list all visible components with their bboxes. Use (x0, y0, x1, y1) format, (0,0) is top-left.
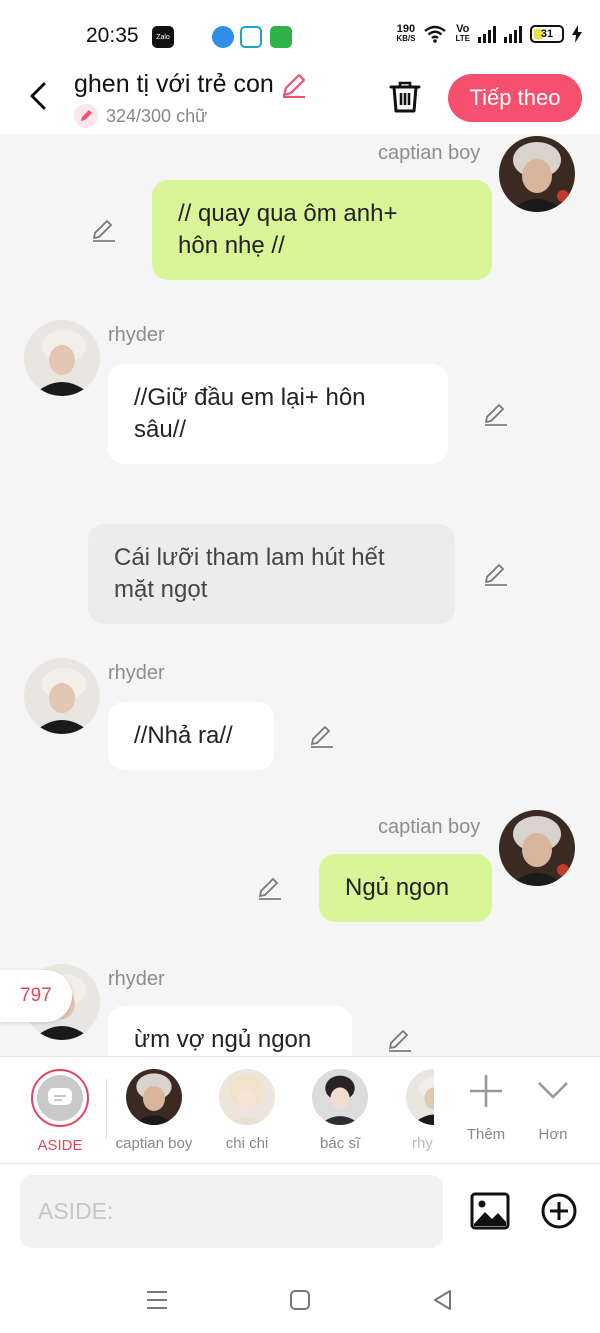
message-bubble[interactable]: ừm vợ ngủ ngon (108, 1006, 352, 1056)
edit-message-icon[interactable] (256, 874, 284, 902)
speed-unit: KB/S (396, 34, 416, 43)
aside-bubble[interactable]: Cái lưỡi tham lam hút hết mặt ngọt (88, 524, 455, 624)
home-icon[interactable] (287, 1287, 313, 1313)
sender-name: rhyder (108, 968, 165, 990)
pencil-icon (74, 104, 98, 128)
avatar[interactable] (24, 320, 100, 396)
character-label: chi chi (225, 1135, 269, 1152)
volte-top: Vo (456, 23, 470, 35)
navigation-bar (0, 1265, 600, 1333)
menu-icon[interactable] (144, 1287, 170, 1313)
sender-name: rhyder (108, 324, 165, 346)
message-bubble[interactable]: //Giữ đầu em lại+ hôn sâu// (108, 364, 448, 464)
edit-message-icon[interactable] (90, 216, 118, 244)
speed-value: 190 (396, 23, 416, 35)
add-icon[interactable] (540, 1192, 578, 1230)
character-label: captian boy (115, 1135, 193, 1152)
signal-icon-2 (504, 25, 522, 43)
message-input[interactable] (20, 1175, 443, 1248)
avatar (406, 1069, 434, 1125)
message-bubble[interactable]: Ngủ ngon (319, 854, 492, 922)
edit-message-icon[interactable] (482, 560, 510, 588)
app-notification-icon (212, 26, 234, 48)
next-button[interactable]: Tiếp theo (448, 74, 582, 122)
chat-area[interactable]: captian boy // quay qua ôm anh+ hôn nhẹ … (0, 134, 600, 1056)
word-count: 324/300 chữ (74, 104, 207, 128)
character-rhyder[interactable]: rhy (388, 1069, 434, 1152)
avatar[interactable] (24, 658, 100, 734)
network-speed: 190 KB/S (396, 24, 415, 44)
counter-badge[interactable]: 797 (0, 970, 72, 1022)
sender-name: rhyder (108, 662, 165, 684)
plus-icon (470, 1075, 502, 1107)
avatar[interactable] (499, 810, 575, 886)
character-label: bác sĩ (319, 1135, 361, 1152)
word-count-text: 324/300 chữ (106, 105, 208, 126)
aside-avatar (31, 1069, 89, 1127)
chevron-down-icon (538, 1082, 568, 1099)
sender-name: captian boy (378, 142, 481, 164)
volte-bottom: LTE (455, 34, 470, 43)
avatar (126, 1069, 182, 1125)
character-aside[interactable]: ASIDE (15, 1069, 105, 1154)
chat-editor-screen: 20:35 Zalo 190 KB/S Vo LTE 31 ghen tị vớ… (0, 0, 600, 1333)
cart-icon (240, 26, 262, 48)
volte-indicator: Vo LTE (455, 24, 470, 44)
edit-message-icon[interactable] (482, 400, 510, 428)
back-button[interactable] (20, 76, 56, 116)
battery-level: 31 (540, 28, 554, 40)
avatar[interactable] (499, 136, 575, 212)
wifi-icon (424, 25, 447, 43)
header: ghen tị với trẻ con 324/300 chữ Tiếp the… (0, 62, 600, 134)
character-label: ASIDE (37, 1137, 83, 1154)
story-title-text: ghen tị với trẻ con (74, 70, 274, 98)
chat-bubble-icon (48, 1088, 72, 1105)
battery-icon: 31 (530, 25, 564, 43)
avatar (219, 1069, 275, 1125)
character-label: rhy (412, 1135, 433, 1152)
status-indicators: 190 KB/S Vo LTE 31 (396, 24, 582, 44)
chevron-left-icon (30, 82, 46, 110)
shield-icon (270, 26, 292, 48)
trash-icon[interactable] (386, 78, 424, 116)
story-title[interactable]: ghen tị với trẻ con (74, 70, 308, 99)
message-bubble[interactable]: // quay qua ôm anh+ hôn nhẹ // (152, 180, 492, 280)
avatar (312, 1069, 368, 1125)
message-bubble[interactable]: //Nhả ra// (108, 702, 274, 770)
edit-title-icon[interactable] (280, 71, 308, 99)
charging-icon (572, 25, 582, 43)
sender-name: captian boy (378, 816, 481, 838)
image-icon[interactable] (470, 1192, 510, 1230)
more-button[interactable]: Hơn (510, 1069, 596, 1143)
edit-message-icon[interactable] (308, 722, 336, 750)
character-bac-si[interactable]: bác sĩ (295, 1069, 385, 1152)
back-triangle-icon[interactable] (430, 1287, 456, 1313)
input-bar (0, 1165, 600, 1265)
character-chi-chi[interactable]: chi chi (202, 1069, 292, 1152)
more-label: Hơn (538, 1126, 568, 1143)
divider (106, 1079, 107, 1139)
character-selector: ASIDE captian boy chi chi bác sĩ rhy Thê… (0, 1056, 600, 1164)
zalo-icon: Zalo (152, 26, 174, 48)
character-captian-boy[interactable]: captian boy (109, 1069, 199, 1152)
status-bar: 20:35 Zalo 190 KB/S Vo LTE 31 (0, 0, 600, 70)
signal-icon (478, 25, 496, 43)
status-time: 20:35 (86, 24, 139, 47)
edit-message-icon[interactable] (386, 1026, 414, 1054)
